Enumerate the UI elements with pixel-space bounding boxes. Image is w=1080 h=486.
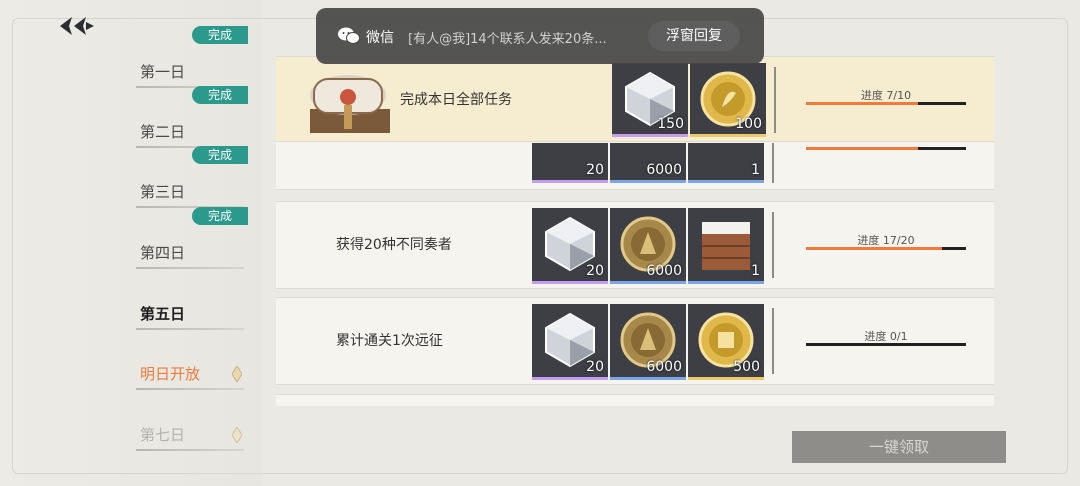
reward-slot[interactable]: 6000 bbox=[610, 304, 686, 380]
reward-slot[interactable]: 500 bbox=[688, 304, 764, 380]
back-icon[interactable] bbox=[56, 14, 100, 38]
day-tab-4[interactable]: 完成 第四日 bbox=[136, 207, 248, 269]
divider bbox=[774, 67, 776, 133]
task-title: 获得20种不同奏者 bbox=[336, 237, 452, 253]
completed-badge: 完成 bbox=[192, 26, 248, 44]
day-label: 第一日 bbox=[140, 63, 186, 81]
completed-badge: 完成 bbox=[192, 207, 248, 225]
divider bbox=[772, 308, 774, 374]
diamond-icon bbox=[232, 427, 242, 443]
day-label: 第二日 bbox=[140, 123, 186, 141]
divider bbox=[772, 212, 774, 278]
reward-slot[interactable]: 1 bbox=[688, 208, 764, 284]
task-row: 获得20种不同奏者 20 6000 1 进度 17/20 bbox=[276, 201, 994, 289]
reward-count: 6000 bbox=[646, 359, 682, 375]
progress-track bbox=[806, 247, 966, 250]
reward-slot[interactable]: 6000 bbox=[610, 143, 686, 183]
notification-message: [有人@我]14个联系人发来20条... bbox=[408, 32, 607, 47]
day-tab-7[interactable]: 第七日 bbox=[136, 401, 244, 451]
day-tab-3[interactable]: 完成 第三日 bbox=[136, 146, 248, 208]
task-row: 累计通关1次远征 20 6000 500 进度 0/1 bbox=[276, 297, 994, 385]
day-tab-5[interactable]: 第五日 bbox=[136, 280, 244, 330]
wechat-icon bbox=[338, 27, 360, 44]
claim-all-button[interactable]: 一键领取 bbox=[792, 431, 1006, 463]
day-underline bbox=[136, 449, 244, 451]
day-label: 第四日 bbox=[140, 244, 186, 262]
reward-slot[interactable]: 20 bbox=[532, 304, 608, 380]
task-row: 完成本日全部任务 150 100 进度 7/10 bbox=[276, 56, 994, 142]
wooden-crate-icon bbox=[702, 222, 750, 270]
progress-fill bbox=[806, 247, 942, 250]
progress-track bbox=[806, 343, 966, 346]
progress-bar: 进度 0/1 bbox=[806, 328, 966, 358]
divider bbox=[772, 143, 774, 183]
completed-badge: 完成 bbox=[192, 146, 248, 164]
progress-track bbox=[806, 147, 966, 150]
day-tab-2[interactable]: 完成 第二日 bbox=[136, 86, 248, 148]
reward-count: 6000 bbox=[646, 263, 682, 279]
progress-text: 进度 0/1 bbox=[864, 330, 908, 343]
progress-track bbox=[806, 102, 966, 105]
reward-count: 1 bbox=[751, 263, 760, 279]
progress-bar: 进度 7/10 bbox=[806, 87, 966, 117]
reward-count: 150 bbox=[657, 116, 684, 132]
task-title: 完成本日全部任务 bbox=[400, 92, 512, 108]
day-underline bbox=[136, 388, 244, 390]
reward-slot[interactable]: 100 bbox=[690, 63, 766, 137]
completed-badge: 完成 bbox=[192, 86, 248, 104]
day-tab-6[interactable]: 明日开放 bbox=[136, 340, 244, 390]
day-label: 第三日 bbox=[140, 183, 186, 201]
day-label: 第五日 bbox=[140, 305, 186, 323]
task-title: 累计通关1次远征 bbox=[336, 333, 443, 349]
reward-slot[interactable]: 6000 bbox=[610, 208, 686, 284]
reward-count: 20 bbox=[586, 162, 604, 178]
reward-slot[interactable]: 150 bbox=[612, 63, 688, 137]
progress-text: 进度 17/20 bbox=[857, 234, 915, 247]
reward-count: 20 bbox=[586, 263, 604, 279]
wechat-notification[interactable]: 微信 [有人@我]14个联系人发来20条... 浮窗回复 bbox=[316, 8, 764, 64]
progress-bar: 进度 17/20 bbox=[806, 232, 966, 262]
diamond-icon bbox=[232, 366, 242, 382]
progress-fill bbox=[806, 147, 918, 150]
reward-slot[interactable]: 20 bbox=[532, 208, 608, 284]
day-label: 第七日 bbox=[140, 426, 186, 444]
day-label: 明日开放 bbox=[140, 365, 201, 383]
day-tab-1[interactable]: 完成 第一日 bbox=[136, 26, 248, 88]
progress-fill bbox=[806, 102, 918, 105]
reward-count: 500 bbox=[733, 359, 760, 375]
task-row bbox=[276, 394, 994, 406]
reward-slot[interactable]: 20 bbox=[532, 143, 608, 183]
reward-count: 20 bbox=[586, 359, 604, 375]
task-list[interactable]: 20 6000 1 完成本日全部任务 150 100 进度 7/10 获得20种… bbox=[276, 56, 994, 406]
reward-count: 100 bbox=[735, 116, 762, 132]
floating-reply-button[interactable]: 浮窗回复 bbox=[648, 21, 740, 51]
reward-slot[interactable]: 1 bbox=[688, 143, 764, 183]
reward-count: 1 bbox=[751, 162, 760, 178]
reward-count: 6000 bbox=[646, 162, 682, 178]
day-underline bbox=[136, 328, 244, 330]
day-underline bbox=[136, 267, 244, 269]
notification-app-name: 微信 bbox=[366, 30, 394, 46]
chest-icon bbox=[310, 75, 390, 133]
progress-text: 进度 7/10 bbox=[860, 89, 912, 102]
